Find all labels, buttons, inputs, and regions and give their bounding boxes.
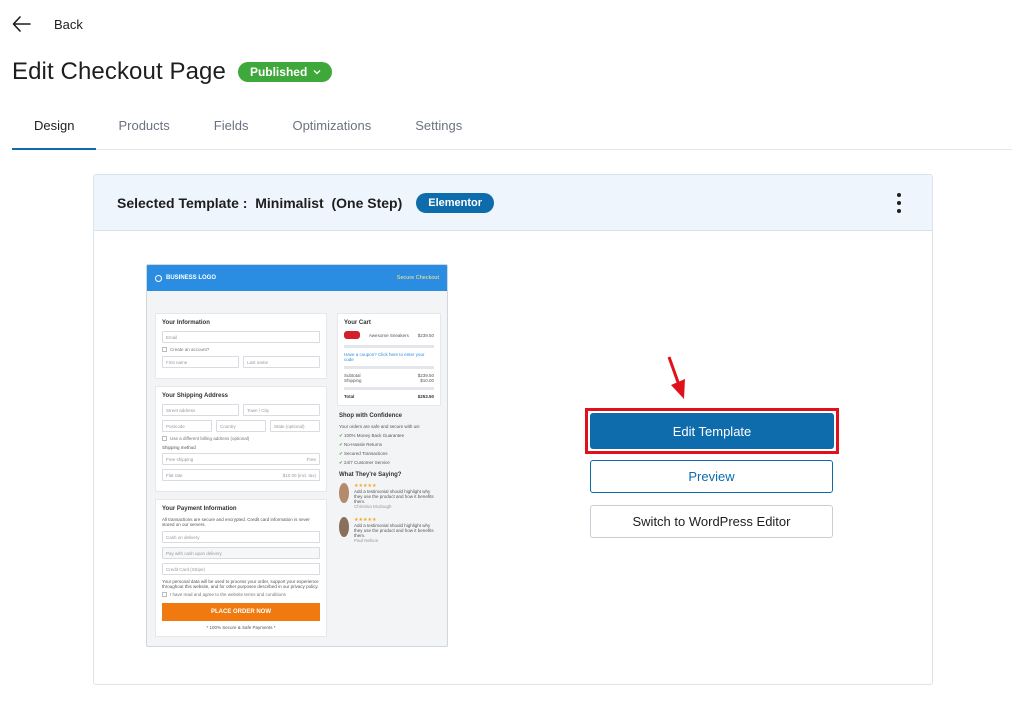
your-cart-section: Your Cart Awesome Sneakers $239.50 Have a… — [337, 313, 441, 406]
tab-settings[interactable]: Settings — [393, 108, 484, 150]
page-title: Edit Checkout Page — [12, 58, 226, 85]
back-link[interactable]: Back — [12, 14, 83, 34]
more-options-icon[interactable] — [896, 193, 902, 213]
template-card-header: Selected Template : Minimalist (One Step… — [94, 175, 932, 231]
annotation-arrow-icon — [667, 356, 685, 399]
edit-template-button[interactable]: Edit Template — [590, 413, 834, 449]
template-preview-thumbnail: BUSINESS LOGO Secure Checkout Your Infor… — [146, 264, 448, 647]
shipping-address-section: Your Shipping Address Street address Town… — [155, 386, 327, 492]
shop-confidence-section: Shop with Confidence Your orders are saf… — [339, 413, 434, 543]
selected-template-label: Selected Template : Minimalist (One Step… — [117, 194, 403, 211]
avatar — [339, 483, 350, 503]
preview-button[interactable]: Preview — [590, 460, 833, 493]
tab-design[interactable]: Design — [12, 108, 97, 150]
chevron-down-icon — [313, 70, 321, 75]
arrow-left-icon — [12, 16, 31, 32]
status-label: Published — [249, 65, 308, 79]
payment-section: Your Payment Information All transaction… — [155, 499, 327, 637]
tab-optimizations[interactable]: Optimizations — [270, 108, 393, 150]
tab-products[interactable]: Products — [96, 108, 191, 150]
secure-checkout-label: Secure Checkout — [396, 275, 439, 281]
business-logo: BUSINESS LOGO — [155, 274, 216, 282]
back-label: Back — [54, 16, 83, 32]
tab-fields[interactable]: Fields — [192, 108, 271, 150]
builder-badge: Elementor — [416, 192, 495, 213]
switch-editor-button[interactable]: Switch to WordPress Editor — [590, 505, 833, 538]
tab-bar: Design Products Fields Optimizations Set… — [12, 108, 1012, 150]
your-information-section: Your Information Email Create an account… — [155, 313, 327, 379]
status-dropdown[interactable]: Published — [237, 62, 333, 82]
place-order-button: PLACE ORDER NOW — [162, 603, 320, 621]
avatar — [339, 517, 350, 537]
